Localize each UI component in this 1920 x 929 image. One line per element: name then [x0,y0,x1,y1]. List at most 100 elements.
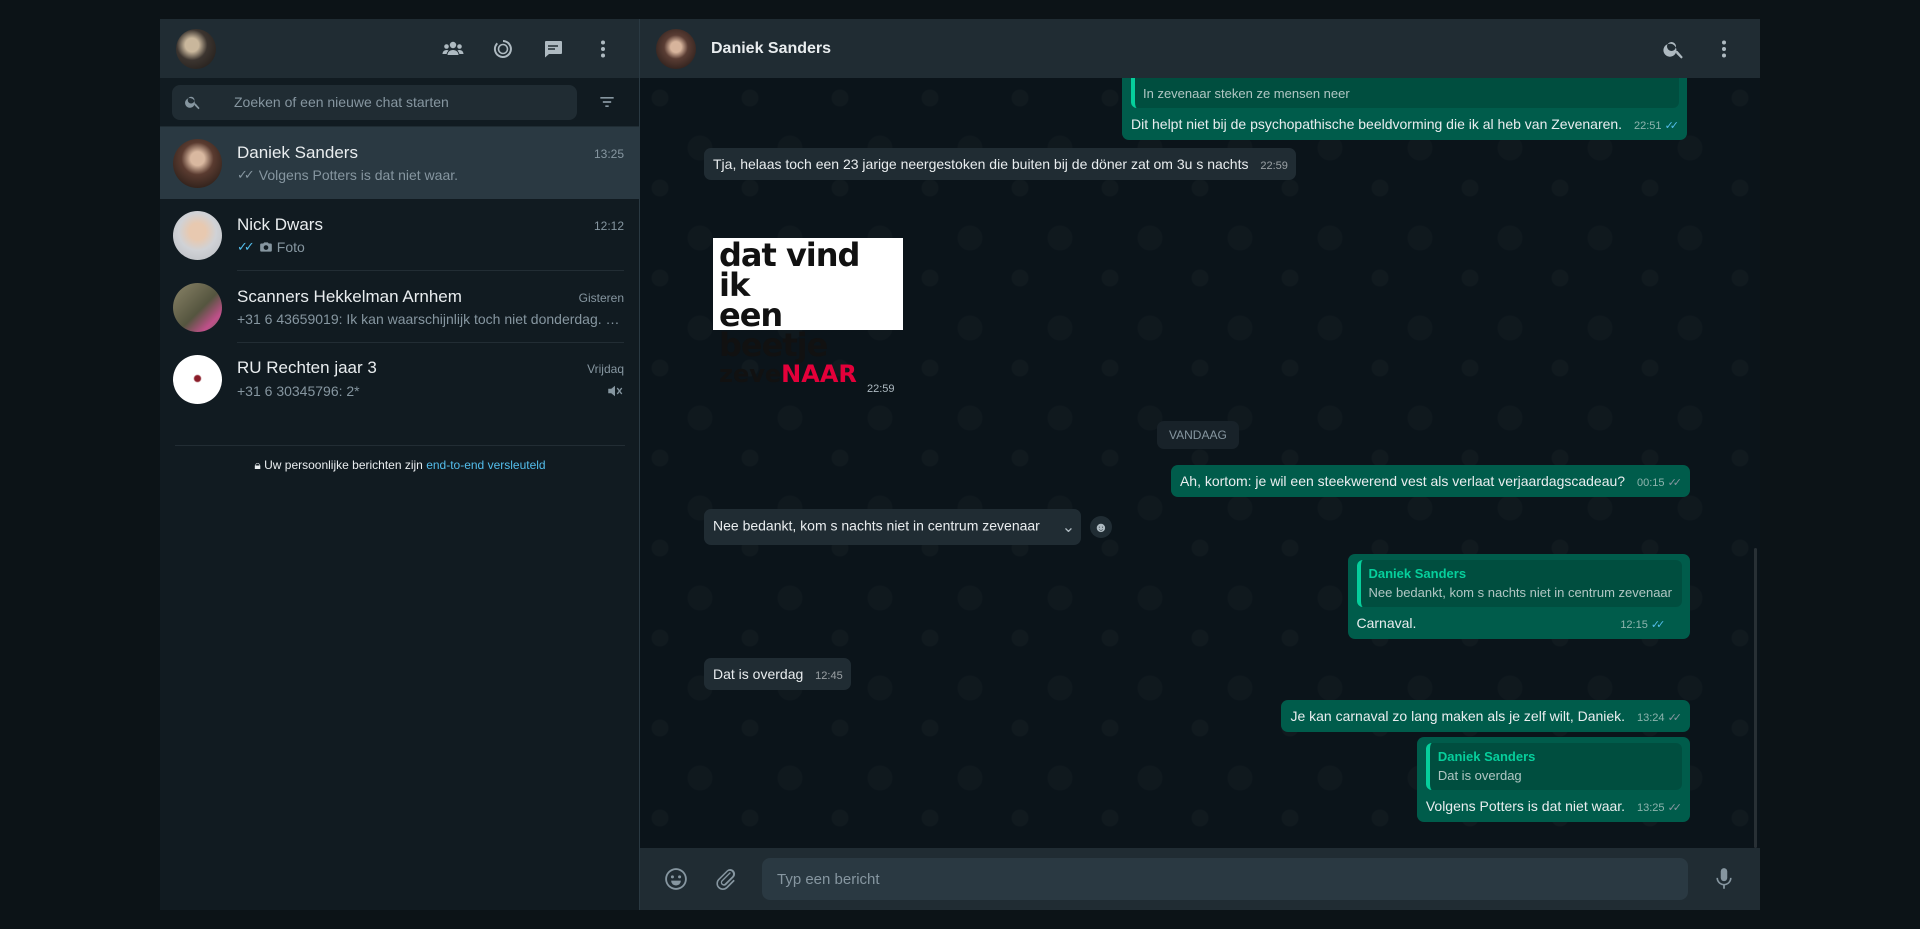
composer [640,848,1760,910]
message-text: Dit helpt niet bij de psychopathische be… [1131,116,1623,132]
message-text: Dat is overdag [713,666,804,682]
chat-name: Nick Dwars [237,214,323,234]
message-text: Nee bedankt, kom s nachts niet in centru… [713,517,1040,534]
chat-item-ru-rechten[interactable]: RU Rechten jaar 3 Vrijdaq +31 6 30345796… [160,343,639,415]
quoted-message-author: Daniek Sanders [1437,749,1536,764]
chat-item-daniek-sanders[interactable]: Daniek Sanders 13:25 ✓✓ Volgens Potters … [160,127,639,199]
muted-icon [608,385,623,397]
message-incoming[interactable]: Dat is overdag 12:45 [704,658,851,690]
search-messages-button[interactable] [1654,29,1694,69]
chat-preview-text: Foto [276,238,305,255]
search-input[interactable] [234,94,564,110]
avatar [173,138,222,188]
filter-icon [600,97,614,107]
sidebar-menu-button[interactable] [583,29,623,69]
lock-icon: 🔒︎ [254,458,261,472]
date-divider: VANDAAG [1157,421,1239,449]
smiley-icon [665,868,687,890]
chat-time: Gisteren [578,290,624,305]
avatar [173,210,222,260]
paperclip-icon [716,869,736,891]
chat-list: Daniek Sanders 13:25 ✓✓ Volgens Potters … [160,127,639,910]
message-text: Tja, helaas toch een 23 jarige neergesto… [713,156,1249,172]
communities-button[interactable] [433,29,473,69]
conversation-actions [1654,29,1744,69]
chat-name: Scanners Hekkelman Arnhem [237,286,462,306]
sidebar: Daniek Sanders 13:25 ✓✓ Volgens Potters … [160,19,640,910]
sticker-line: dat vind ik [719,236,860,304]
quoted-message-text: In zevenaar steken ze mensen neer [1143,86,1350,101]
conversation-menu-button[interactable] [1704,29,1744,69]
chat-time: Vrijdaq [587,362,624,376]
message-outgoing[interactable]: Daniek Sanders Dat is overdag Volgens Po… [1416,737,1690,822]
message-meta: 22:51 ✓✓ [1633,120,1680,132]
chat-preview: +31 6 43659019: Ik kan waarschijnlijk to… [237,311,624,327]
chat-preview-text: +31 6 43659019: Ik kan waarschijnlijk to… [237,310,620,327]
message-outgoing[interactable]: Daniek Sanders Nee bedankt, kom s nachts… [1347,554,1690,639]
message-meta: 12:15 ✓✓ [1620,619,1665,631]
my-avatar[interactable] [176,28,216,69]
conversation-header[interactable]: Daniek Sanders [640,19,1760,78]
encryption-note: 🔒︎ Uw persoonlijke berichten zijn end-to… [175,445,625,473]
message-input[interactable] [762,858,1688,900]
encryption-link[interactable]: end-to-end versleuteld [426,458,545,472]
sidebar-header [160,19,639,78]
double-check-icon: ✓✓ [1664,120,1680,132]
chevron-down-icon[interactable]: ⌄ [1062,517,1075,537]
message-scrollbar[interactable] [1754,548,1757,848]
camera-icon [259,241,272,252]
double-check-icon: ✓✓ [1667,802,1683,814]
message-text: Volgens Potters is dat niet waar. [1425,798,1626,814]
double-check-icon: ✓✓ [237,238,255,254]
chat-name: Daniek Sanders [237,143,358,162]
chat-preview: +31 6 30345796: 2* [237,382,624,400]
chat-preview: ✓✓ Foto [237,239,624,255]
kebab-menu-icon [1722,40,1726,57]
filter-button[interactable] [587,82,627,122]
new-chat-button[interactable] [533,29,573,69]
attach-button[interactable] [706,859,746,899]
quoted-message-text: Dat is overdag [1437,768,1522,783]
sticker-image[interactable]: dat vind ik een beetje zeveNAAR [713,236,903,388]
avatar [173,354,222,404]
chat-time: 13:25 [593,147,624,161]
microphone-icon [1716,868,1732,889]
quoted-message-author: Daniek Sanders [1368,566,1467,581]
message-meta: 13:25 ✓✓ [1636,802,1683,814]
quoted-message[interactable]: Daniek Sanders Nee bedankt, kom s nachts… [1356,560,1682,607]
conversation-panel: Daniek Sanders In zevenaar steken ze men… [640,19,1760,910]
quoted-message[interactable]: Daniek Sanders Dat is overdag [1425,743,1682,790]
quoted-message-text: Nee bedankt, kom s nachts niet in centru… [1368,585,1673,600]
sticker-time: 22:59 [862,380,900,398]
message-meta: 12:45 [815,670,843,682]
voice-message-button[interactable] [1704,859,1744,899]
status-icon [493,39,512,58]
chat-body: Nick Dwars 12:12 ✓✓ Foto [237,199,624,271]
double-check-icon: ✓✓ [1667,712,1683,724]
message-meta: 13:24 ✓✓ [1636,712,1683,724]
avatar [173,282,222,332]
sidebar-actions [433,29,623,69]
chat-item-scanners-hekkelman[interactable]: Scanners Hekkelman Arnhem Gisteren +31 6… [160,271,639,343]
sticker-line: een beetje [719,296,828,364]
message-incoming[interactable]: Tja, helaas toch een 23 jarige neergesto… [704,148,1296,180]
emoji-reaction-button[interactable]: ☻ [1090,516,1112,538]
message-outgoing[interactable]: Je kan carnaval zo lang maken als je zel… [1281,700,1690,732]
message-outgoing[interactable]: In zevenaar steken ze mensen neer Dit he… [1122,78,1687,140]
chat-name: RU Rechten jaar 3 [237,358,377,377]
chat-body: Daniek Sanders 13:25 ✓✓ Volgens Potters … [237,127,624,199]
message-list[interactable]: In zevenaar steken ze mensen neer Dit he… [640,78,1760,848]
message-outgoing[interactable]: Ah, kortom: je wil een steekwerend vest … [1170,465,1690,497]
search-row [160,78,639,127]
message-incoming[interactable]: Nee bedankt, kom s nachts niet in centru… [704,509,1082,545]
double-check-icon: ✓✓ [237,167,255,182]
status-button[interactable] [483,29,523,69]
double-check-icon: ✓✓ [1667,477,1683,489]
chat-item-nick-dwars[interactable]: Nick Dwars 12:12 ✓✓ Foto [160,199,639,271]
chat-time: 12:12 [593,218,624,233]
kebab-menu-icon [601,40,605,57]
contact-name[interactable]: Daniek Sanders [711,40,831,58]
emoji-button[interactable] [656,859,696,899]
contact-avatar[interactable] [656,28,696,69]
quoted-message[interactable]: In zevenaar steken ze mensen neer [1131,78,1679,108]
